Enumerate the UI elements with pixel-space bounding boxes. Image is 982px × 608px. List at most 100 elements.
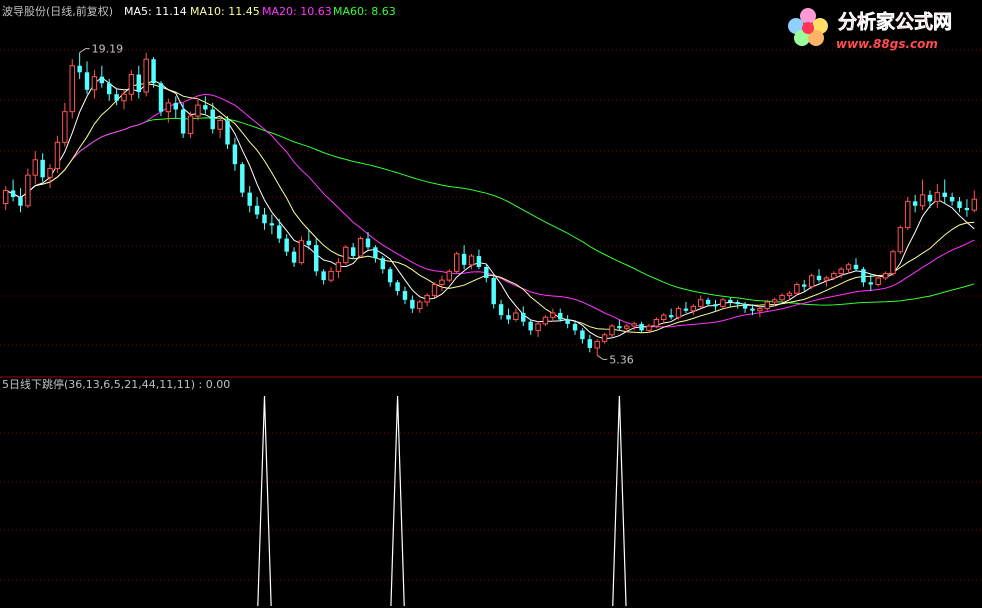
candle-up <box>446 270 453 281</box>
candle-down <box>402 291 408 300</box>
candle-up <box>431 284 438 296</box>
candle-down <box>506 315 511 320</box>
candle-down <box>151 59 156 84</box>
candle-up <box>690 305 697 312</box>
candle-up <box>646 325 652 331</box>
candle-down <box>742 304 748 309</box>
ma60-line <box>5 117 975 306</box>
candle-up <box>417 301 423 310</box>
candle-down <box>387 269 393 283</box>
candle-down <box>912 201 918 206</box>
candle-down <box>713 304 718 307</box>
candle-up <box>328 270 334 281</box>
candle-up <box>594 340 600 349</box>
candle-up <box>971 198 978 211</box>
candle-up <box>69 65 75 113</box>
candle-down <box>949 197 955 202</box>
candle-up <box>720 299 726 307</box>
candle-up <box>875 277 881 285</box>
candle-up <box>786 292 793 296</box>
candle-down <box>750 308 755 311</box>
candle-down <box>572 323 578 331</box>
stock-title: 波导股份(日线,前复权) <box>2 4 113 18</box>
grid-lines <box>0 49 982 581</box>
candle-down <box>106 83 112 95</box>
candle-down <box>277 225 282 239</box>
candle-down <box>203 105 208 110</box>
candle-down <box>291 251 297 263</box>
candle-down <box>365 238 371 248</box>
indicator-spike <box>390 395 405 607</box>
candle-up <box>343 246 349 264</box>
candle-up <box>357 238 364 257</box>
candle-up <box>653 319 660 327</box>
flower-logo-icon <box>788 8 828 46</box>
candle-down <box>927 194 933 202</box>
candle-down <box>232 144 238 165</box>
brand-url: www.88gs.com <box>836 37 938 51</box>
candle-down <box>558 312 563 320</box>
candle-up <box>838 268 844 275</box>
candle-up <box>808 275 815 288</box>
ma5-line <box>5 76 975 340</box>
candle-up <box>513 312 519 320</box>
candle-down <box>728 299 733 302</box>
candle-down <box>225 120 230 145</box>
ma20-line <box>5 93 975 328</box>
candle-down <box>180 109 186 134</box>
header-bar: 波导股份(日线,前复权) MA5: 11.14 MA10: 11.45 MA20… <box>2 4 396 18</box>
candle-down <box>957 201 962 208</box>
candle-up <box>32 159 38 176</box>
candle-up <box>831 273 837 279</box>
candle-down <box>284 238 289 252</box>
candle-down <box>240 164 245 193</box>
candle-down <box>10 190 16 197</box>
low-price-label: 5.36 <box>609 353 634 366</box>
candle-up <box>187 115 194 135</box>
indicator-spike <box>257 395 272 607</box>
candlesticks <box>2 52 978 356</box>
candle-up <box>609 325 615 336</box>
candle-down <box>816 275 822 281</box>
candle-down <box>395 282 400 292</box>
ma20-value: MA20: 10.63 <box>262 5 332 18</box>
candle-down <box>306 240 312 246</box>
indicator-title: 5日线下跳停(36,13,6,5,21,44,11,11) : 0.00 <box>2 377 230 391</box>
candle-up <box>897 227 904 253</box>
candle-up <box>890 251 896 275</box>
candle-up <box>542 316 549 325</box>
high-price-label: 19.19 <box>92 43 124 56</box>
candle-down <box>861 269 866 283</box>
candle-down <box>964 207 970 211</box>
candle-up <box>47 168 53 178</box>
candle-down <box>802 284 807 287</box>
low-marker <box>596 354 608 360</box>
candle-up <box>195 104 201 117</box>
ma60-value: MA60: 8.63 <box>333 5 396 18</box>
candle-up <box>91 76 98 91</box>
candle-down <box>498 304 504 316</box>
candle-down <box>484 267 489 278</box>
candle-up <box>779 294 785 301</box>
candle-down <box>136 74 142 92</box>
candle-down <box>587 339 593 348</box>
candle-down <box>617 326 622 329</box>
candle-down <box>942 192 947 197</box>
candle-down <box>668 315 674 318</box>
candle-up <box>905 200 911 229</box>
candle-up <box>771 299 778 303</box>
candle-down <box>210 109 215 130</box>
candle-down <box>735 302 740 305</box>
candle-down <box>491 277 496 305</box>
candle-down <box>269 223 275 226</box>
candle-down <box>40 159 45 178</box>
candle-up <box>757 308 763 312</box>
candle-up <box>143 58 149 93</box>
chart-canvas[interactable]: 19.19 5.36 波导股份(日线,前复权) MA5: 11.14 MA10:… <box>0 0 982 608</box>
candle-down <box>321 271 326 281</box>
candle-down <box>158 83 164 112</box>
candle-down <box>521 312 526 322</box>
candle-up <box>601 334 608 342</box>
brand-name: 分析家公式网 <box>838 10 952 33</box>
candle-down <box>683 308 689 311</box>
